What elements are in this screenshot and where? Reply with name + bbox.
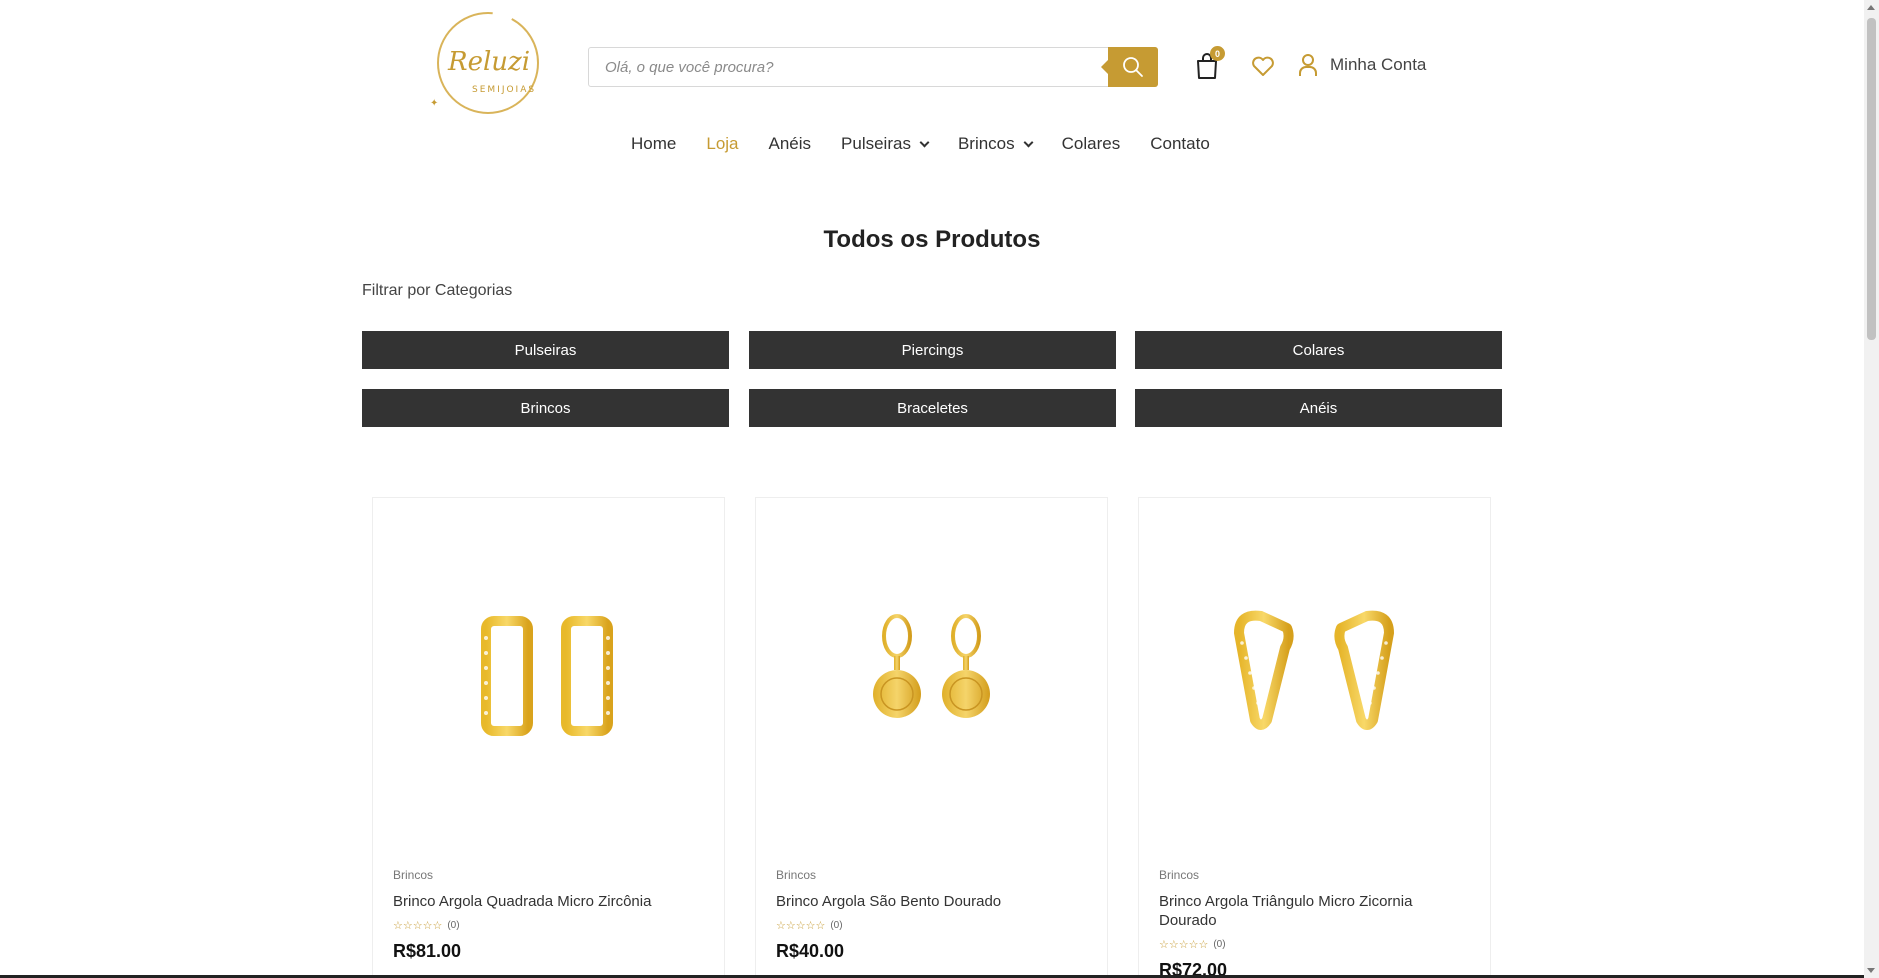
nav-loja-label: Loja: [706, 134, 739, 153]
nav-brincos[interactable]: Brincos: [957, 134, 1034, 154]
category-button-piercings[interactable]: Piercings: [749, 331, 1116, 369]
nav-loja[interactable]: Loja: [706, 134, 738, 154]
category-button-colares[interactable]: Colares: [1135, 331, 1502, 369]
product-category[interactable]: Brincos: [776, 868, 816, 882]
product-image[interactable]: [1139, 498, 1490, 858]
filter-label: Filtrar por Categorias: [362, 282, 513, 299]
main-nav: Home Loja Anéis Pulseiras Brincos Colare…: [631, 134, 1240, 154]
search-input[interactable]: [589, 48, 1109, 86]
nav-home-label: Home: [631, 134, 677, 153]
product-title[interactable]: Brinco Argola São Bento Dourado: [776, 892, 1086, 911]
star-rating: ☆☆☆☆☆ (0): [1159, 938, 1226, 951]
nav-aneis-label: Anéis: [768, 134, 812, 153]
product-title[interactable]: Brinco Argola Quadrada Micro Zircônia: [393, 892, 703, 911]
product-title[interactable]: Brinco Argola Triângulo Micro Zicornia D…: [1159, 892, 1469, 930]
scroll-up-arrow-icon[interactable]: [1867, 5, 1875, 10]
product-image[interactable]: [373, 498, 724, 858]
heart-icon: [1252, 56, 1274, 76]
product-image[interactable]: [756, 498, 1107, 858]
nav-contato[interactable]: Contato: [1150, 134, 1210, 154]
rating-count: (0): [1213, 939, 1226, 950]
category-button-pulseiras[interactable]: Pulseiras: [362, 331, 729, 369]
product-price: R$40.00: [776, 941, 845, 961]
rating-count: (0): [447, 920, 460, 931]
search-icon: [1123, 57, 1143, 77]
product-category[interactable]: Brincos: [1159, 868, 1199, 882]
category-button-aneis[interactable]: Anéis: [1135, 389, 1502, 427]
star-rating: ☆☆☆☆☆ (0): [776, 919, 843, 932]
cart-count-badge: 0: [1210, 46, 1225, 61]
wishlist-button[interactable]: [1251, 55, 1275, 77]
nav-pulseiras[interactable]: Pulseiras: [841, 134, 930, 154]
chevron-down-icon: [919, 137, 930, 147]
nav-home[interactable]: Home: [631, 134, 676, 154]
nav-aneis[interactable]: Anéis: [769, 134, 812, 154]
category-button-braceletes[interactable]: Braceletes: [749, 389, 1116, 427]
product-category[interactable]: Brincos: [393, 868, 433, 882]
search-button[interactable]: [1101, 47, 1158, 87]
product-price: R$81.00: [393, 941, 462, 961]
scrollbar-thumb[interactable]: [1867, 18, 1876, 340]
search-bar: [588, 47, 1158, 87]
logo-subtext: SEMIJOIAS: [472, 85, 536, 95]
page-title: Todos os Produtos: [823, 226, 1041, 253]
star-rating: ☆☆☆☆☆ (0): [393, 919, 460, 932]
star-icon: ☆☆☆☆☆: [776, 920, 826, 932]
logo-text: Reluzi: [447, 47, 530, 77]
brand-logo[interactable]: Reluzi SEMIJOIAS ✦: [426, 8, 558, 120]
nav-brincos-label: Brincos: [957, 134, 1015, 153]
rating-count: (0): [830, 920, 843, 931]
product-card[interactable]: Brincos Brinco Argola São Bento Dourado …: [755, 497, 1108, 978]
chevron-down-icon: [1023, 137, 1034, 147]
account-label: Minha Conta: [1330, 55, 1427, 74]
category-button-brincos[interactable]: Brincos: [362, 389, 729, 427]
account-link[interactable]: Minha Conta: [1298, 53, 1426, 77]
scroll-down-arrow-icon[interactable]: [1867, 968, 1875, 973]
nav-pulseiras-label: Pulseiras: [841, 134, 911, 153]
star-icon: ☆☆☆☆☆: [393, 920, 443, 932]
user-icon: [1299, 54, 1317, 76]
star-icon: ☆☆☆☆☆: [1159, 939, 1209, 951]
page-scrollbar[interactable]: [1864, 0, 1879, 978]
nav-colares[interactable]: Colares: [1062, 134, 1121, 154]
product-card[interactable]: Brincos Brinco Argola Triângulo Micro Zi…: [1138, 497, 1491, 978]
nav-contato-label: Contato: [1150, 134, 1210, 153]
product-card[interactable]: Brincos Brinco Argola Quadrada Micro Zir…: [372, 497, 725, 978]
nav-colares-label: Colares: [1061, 134, 1121, 153]
svg-text:✦: ✦: [430, 98, 438, 109]
